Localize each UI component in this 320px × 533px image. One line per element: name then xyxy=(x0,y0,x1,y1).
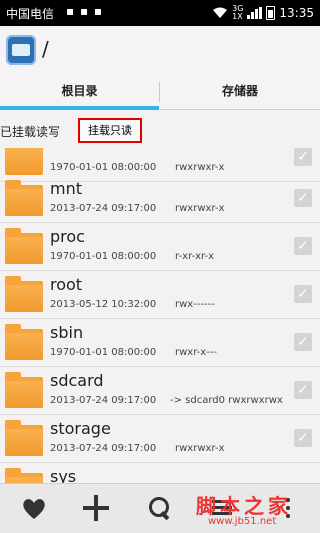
checkbox[interactable]: ✓ xyxy=(294,429,312,447)
signal-icon xyxy=(247,7,263,19)
folder-icon xyxy=(5,420,43,456)
file-name: root xyxy=(50,275,83,294)
list-item[interactable]: mnt 2013-07-24 09:17:00 rwxrwxr-x ✓ xyxy=(0,175,320,223)
folder-icon xyxy=(5,324,43,360)
checkbox[interactable]: ✓ xyxy=(294,237,312,255)
file-permissions: rwxrwxr-x xyxy=(175,162,225,173)
file-name: mnt xyxy=(50,179,82,198)
file-date: 2013-05-12 10:32:00 xyxy=(50,299,157,310)
carrier-label: 中国电信 xyxy=(6,7,55,21)
file-name: proc xyxy=(50,227,85,246)
folder-icon xyxy=(5,148,43,175)
file-date: 1970-01-01 08:00:00 xyxy=(50,251,157,262)
folder-icon xyxy=(5,276,43,312)
checkbox[interactable]: ✓ xyxy=(294,189,312,207)
folder-icon xyxy=(5,228,43,264)
tab-bar: 根目录 存储器 xyxy=(0,74,320,110)
status-bar: 中国电信 ▪ ▪ ▪ 3G 1X 13:35 xyxy=(0,0,320,26)
battery-icon xyxy=(266,6,276,20)
folder-icon xyxy=(5,372,43,408)
wifi-icon xyxy=(213,7,228,18)
network-type: 3G 1X xyxy=(232,4,244,21)
mount-status: 已挂载读写 xyxy=(0,125,61,139)
watermark-text: 脚本之家 xyxy=(196,494,292,518)
file-date: 2013-07-24 09:17:00 xyxy=(50,203,157,214)
list-item[interactable]: sys xyxy=(0,463,320,483)
current-path: / xyxy=(42,37,49,61)
file-name: sys xyxy=(50,467,77,483)
folder-icon xyxy=(5,180,43,216)
file-permissions: rwxrwxr-x xyxy=(175,443,225,454)
file-permissions: rwx------ xyxy=(175,299,215,310)
list-item[interactable]: storage 2013-07-24 09:17:00 rwxrwxr-x ✓ xyxy=(0,415,320,463)
tab-storage[interactable]: 存储器 xyxy=(160,74,320,110)
file-date: 2013-07-24 09:17:00 xyxy=(50,443,157,454)
file-date: 1970-01-01 08:00:00 xyxy=(50,347,157,358)
file-name: sdcard xyxy=(50,371,104,390)
list-item[interactable]: root 2013-05-12 10:32:00 rwx------ ✓ xyxy=(0,271,320,319)
active-tab-indicator xyxy=(0,106,159,110)
file-permissions: r-xr-xr-x xyxy=(175,251,214,262)
plus-icon[interactable] xyxy=(82,494,110,522)
list-item[interactable]: sdcard 2013-07-24 09:17:00 -> sdcard0 rw… xyxy=(0,367,320,415)
watermark-url: www.jb51.net xyxy=(208,516,277,527)
file-name: sbin xyxy=(50,323,84,342)
mount-readonly-button[interactable]: 挂载只读 xyxy=(78,118,142,143)
heart-icon[interactable] xyxy=(20,494,48,522)
checkbox[interactable]: ✓ xyxy=(294,148,312,166)
title-bar: / xyxy=(0,26,320,74)
file-permissions: rwxrwxr-x xyxy=(175,203,225,214)
file-date: 1970-01-01 08:00:00 xyxy=(50,162,157,173)
list-item[interactable]: sbin 1970-01-01 08:00:00 rwxr-x--- ✓ xyxy=(0,319,320,367)
mount-bar: 已挂载读写 挂载只读 xyxy=(0,112,320,148)
file-manager-icon[interactable] xyxy=(6,35,36,65)
search-icon[interactable] xyxy=(146,494,174,522)
file-permissions: -> sdcard0 rwxrwxrwx xyxy=(170,395,283,406)
notification-icons: ▪ ▪ ▪ xyxy=(66,4,104,18)
checkbox[interactable]: ✓ xyxy=(294,333,312,351)
checkbox[interactable]: ✓ xyxy=(294,381,312,399)
checkbox[interactable]: ✓ xyxy=(294,285,312,303)
list-item[interactable]: proc 1970-01-01 08:00:00 r-xr-xr-x ✓ xyxy=(0,223,320,271)
clock: 13:35 xyxy=(279,6,314,20)
status-right: 3G 1X 13:35 xyxy=(212,5,314,21)
watermark: 脚本之家 www.jb51.net xyxy=(188,488,320,532)
tab-root[interactable]: 根目录 xyxy=(0,74,159,110)
folder-icon xyxy=(5,468,43,483)
file-date: 2013-07-24 09:17:00 xyxy=(50,395,157,406)
file-list: 1970-01-01 08:00:00 rwxrwxr-x ✓ mnt 2013… xyxy=(0,148,320,483)
file-permissions: rwxr-x--- xyxy=(175,347,218,358)
file-name: storage xyxy=(50,419,111,438)
